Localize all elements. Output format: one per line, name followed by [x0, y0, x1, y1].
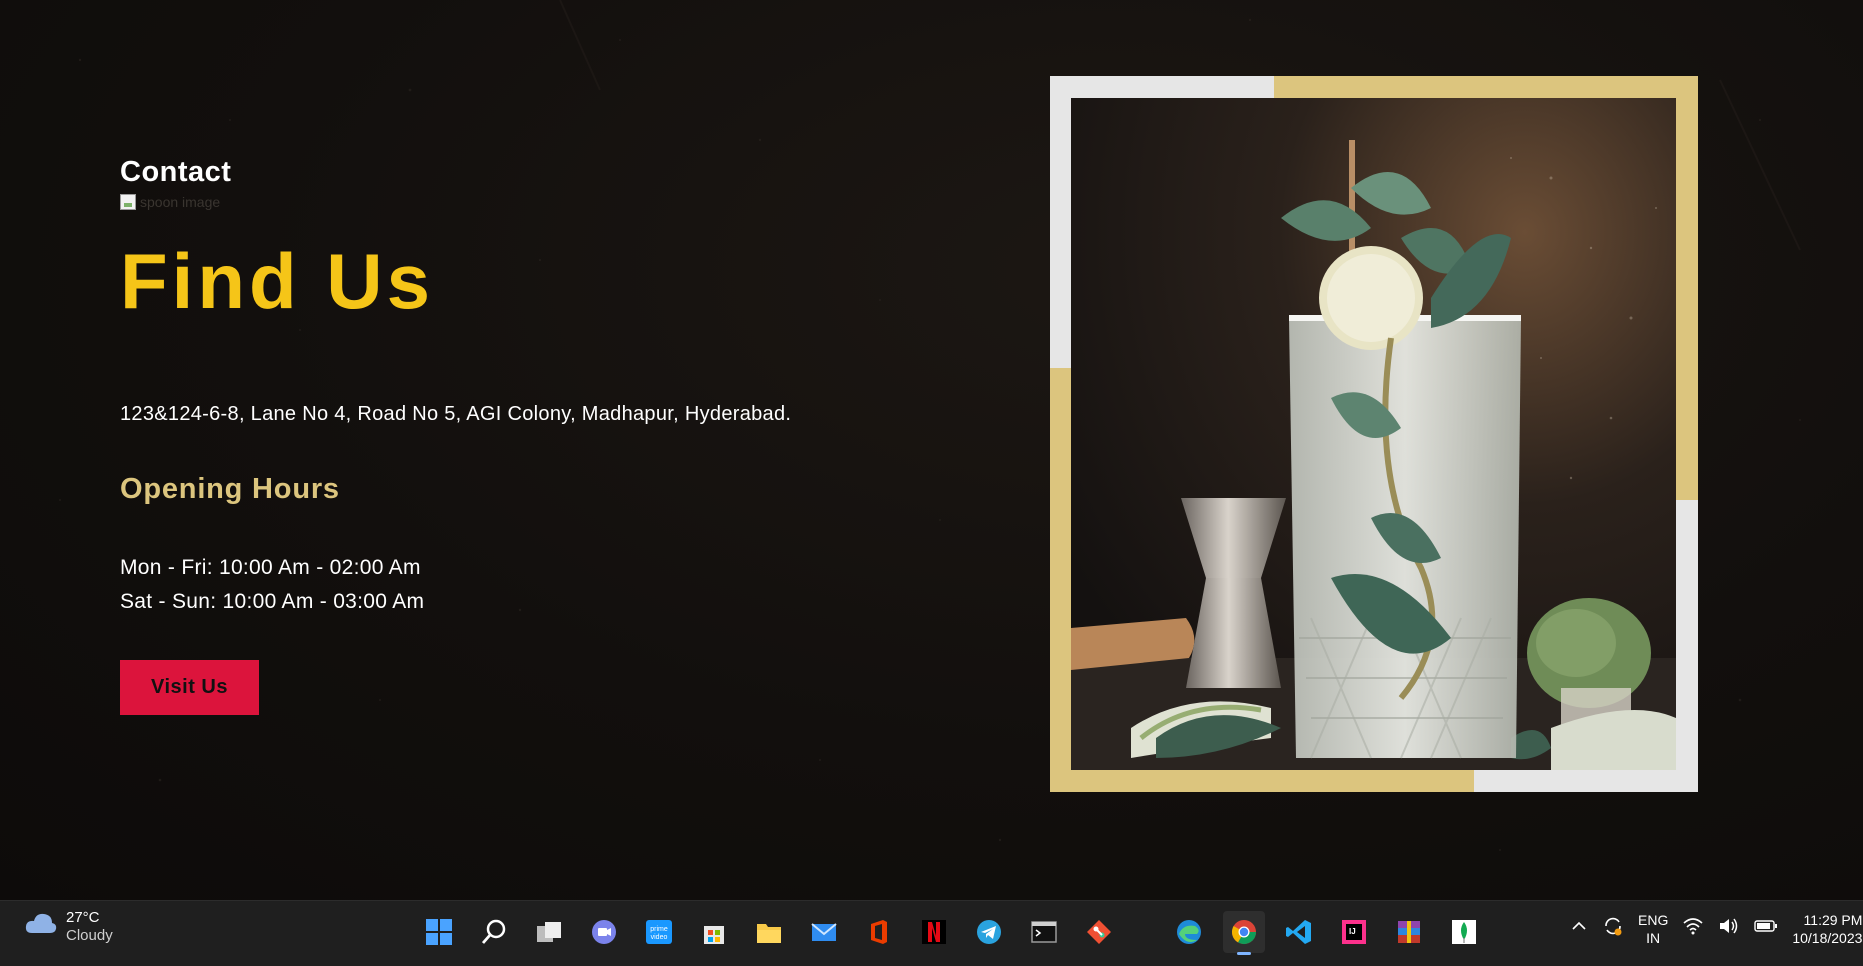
system-tray: ENG IN 11:29 PM 10/18/2023	[1570, 911, 1862, 957]
system-clock[interactable]: 11:29 PM 10/18/2023	[1792, 911, 1862, 947]
svg-text:video: video	[651, 934, 668, 941]
search-icon[interactable]	[473, 911, 515, 953]
opening-hours-title: Opening Hours	[120, 473, 340, 505]
mongodb-icon[interactable]	[1443, 911, 1485, 953]
section-kicker: Contact	[120, 156, 232, 188]
svg-text:IJ: IJ	[1349, 927, 1356, 936]
wifi-icon[interactable]	[1682, 911, 1704, 941]
cloud-icon	[25, 913, 57, 933]
language-line1: ENG	[1638, 912, 1669, 928]
task-view-icon[interactable]	[528, 911, 570, 953]
hours-weekday: Mon - Fri: 10:00 Am - 02:00 Am	[120, 556, 421, 579]
language-indicator[interactable]: ENG IN	[1638, 911, 1668, 947]
visit-us-button[interactable]: Visit Us	[120, 660, 259, 715]
contact-section: Contact spoon image Find Us 123&124-6-8,…	[0, 0, 1863, 900]
winrar-icon[interactable]	[1388, 911, 1430, 953]
microsoft-store-icon[interactable]	[693, 911, 735, 953]
svg-text:prime: prime	[650, 926, 668, 933]
netflix-icon[interactable]	[913, 911, 955, 953]
taskbar-apps: prime video IJ	[418, 909, 1485, 955]
chevron-up-icon[interactable]	[1570, 911, 1588, 941]
language-line2: IN	[1646, 930, 1661, 946]
edge-icon[interactable]	[1168, 911, 1210, 953]
vscode-icon[interactable]	[1278, 911, 1320, 953]
teams-chat-icon[interactable]	[583, 911, 625, 953]
page-title: Find Us	[120, 237, 434, 325]
git-icon[interactable]	[1078, 911, 1120, 953]
prime-video-icon[interactable]: prime video	[638, 911, 680, 953]
mail-icon[interactable]	[803, 911, 845, 953]
windows-start-icon[interactable]	[418, 911, 460, 953]
volume-icon[interactable]	[1718, 911, 1740, 941]
telegram-icon[interactable]	[968, 911, 1010, 953]
chrome-icon[interactable]	[1223, 911, 1265, 955]
file-explorer-icon[interactable]	[748, 911, 790, 953]
broken-image-icon	[120, 194, 136, 210]
office-icon[interactable]	[858, 911, 900, 953]
mojito-drink-photo	[1071, 98, 1676, 770]
windows-taskbar: 27°C Cloudy prime video IJ ENG IN 11:29 …	[0, 900, 1863, 966]
weather-condition: Cloudy	[66, 927, 113, 944]
hours-weekend: Sat - Sun: 10:00 Am - 03:00 Am	[120, 590, 425, 613]
sync-icon[interactable]	[1602, 911, 1624, 941]
battery-icon[interactable]	[1754, 911, 1778, 941]
intellij-icon[interactable]: IJ	[1333, 911, 1375, 953]
weather-widget[interactable]: 27°C Cloudy	[24, 909, 113, 945]
address-text: 123&124-6-8, Lane No 4, Road No 5, AGI C…	[120, 403, 792, 425]
clock-date: 10/18/2023	[1792, 930, 1863, 946]
weather-temp: 27°C	[66, 909, 100, 926]
terminal-icon[interactable]	[1023, 911, 1065, 953]
spoon-image: spoon image	[120, 192, 220, 212]
spoon-image-alt-text: spoon image	[140, 194, 221, 210]
clock-time: 11:29 PM	[1803, 912, 1863, 928]
